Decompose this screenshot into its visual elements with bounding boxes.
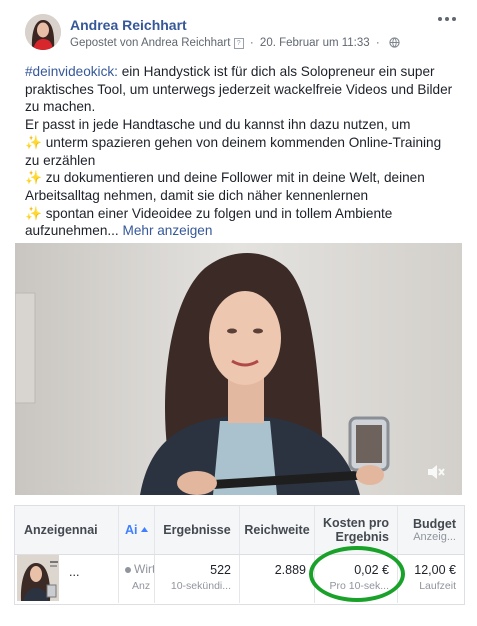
help-icon[interactable]: ? (233, 38, 244, 49)
mute-icon[interactable] (425, 461, 447, 483)
cell-cost-per-result: 0,02 € Pro 10-sek... (315, 555, 398, 603)
author-name[interactable]: Andrea Reichhart (70, 17, 187, 33)
ad-name-text: ... (69, 565, 80, 579)
status-sub: Anz (132, 580, 151, 592)
author-avatar[interactable] (25, 14, 61, 50)
cell-ad-name[interactable]: ... (15, 555, 119, 603)
post-bullet-1: ✨ unterm spazieren gehen von deinem komm… (25, 134, 455, 169)
video-frame (15, 243, 462, 495)
post-bullet-1-text: unterm spazieren gehen von deinem kommen… (25, 134, 442, 168)
cell-budget: 12,00 € Laufzeit (398, 555, 464, 603)
cell-status: Wirt Anz (119, 555, 155, 603)
post-bullet-2-text: zu dokumentieren und deine Follower mit … (25, 170, 425, 203)
header-budget-sub: Anzeig... (413, 531, 456, 543)
header-results[interactable]: Ergebnisse (155, 506, 240, 554)
post-bullet-2: ✨ zu dokumentieren und deine Follower mi… (25, 169, 455, 204)
cell-results: 522 10-sekündi... (155, 555, 240, 603)
header-cost-per-result[interactable]: Kosten pro Ergebnis (315, 506, 398, 554)
post-meta: Gepostet von Andrea Reichhart ? · 20. Fe… (70, 37, 400, 49)
ads-table: Anzeigennai Ai Ergebnisse Reichweite Kos… (14, 505, 465, 605)
more-options-icon[interactable] (436, 12, 458, 26)
cell-reach: 2.889 (240, 555, 315, 603)
sparkle-icon: ✨ (25, 205, 42, 221)
budget-sub: Laufzeit (419, 580, 456, 592)
globe-icon[interactable] (389, 37, 400, 48)
table-row[interactable]: ... Wirt Anz 522 10-sekündi... 2.889 0,0… (15, 555, 464, 603)
cost-sub: Pro 10-sek... (329, 580, 389, 592)
sparkle-icon: ✨ (25, 134, 42, 150)
budget-value: 12,00 € (414, 563, 456, 577)
posted-by: Gepostet von Andrea Reichhart (70, 37, 231, 49)
ad-thumbnail[interactable] (17, 555, 59, 601)
post-bullet-3: ✨ spontan einer Videoidee zu folgen und … (25, 205, 455, 240)
post-header: Andrea Reichhart Gepostet von Andrea Rei… (0, 0, 477, 60)
reach-value: 2.889 (274, 563, 306, 577)
post-paragraph-1: #deinvideokick: ein Handystick ist für d… (25, 63, 455, 116)
header-budget-label: Budget (412, 517, 456, 531)
meta-separator-2: · (375, 37, 380, 49)
results-value: 522 (210, 563, 231, 577)
post-text: #deinvideokick: ein Handystick ist für d… (25, 63, 455, 240)
header-status-label: Ai (125, 523, 138, 537)
status-text: Wirt (134, 562, 155, 576)
hashtag-link[interactable]: #deinvideokick: (25, 64, 118, 79)
header-reach[interactable]: Reichweite (240, 506, 315, 554)
post-date[interactable]: 20. Februar um 11:33 (260, 37, 370, 49)
post-paragraph-2: Er passt in jede Handtasche und du kanns… (25, 117, 411, 133)
header-ad-name[interactable]: Anzeigennai (15, 506, 119, 554)
video-player[interactable] (15, 243, 462, 495)
meta-separator: · (249, 37, 254, 49)
status-dot (125, 567, 131, 573)
see-more-link[interactable]: Mehr anzeigen (123, 223, 213, 238)
header-status[interactable]: Ai (119, 506, 155, 554)
cost-value: 0,02 € (354, 563, 389, 577)
results-sub: 10-sekündi... (170, 580, 231, 592)
sparkle-icon: ✨ (25, 170, 42, 186)
sort-up-icon (140, 527, 148, 532)
header-budget[interactable]: Budget Anzeig... (398, 506, 464, 554)
table-header: Anzeigennai Ai Ergebnisse Reichweite Kos… (15, 506, 464, 555)
